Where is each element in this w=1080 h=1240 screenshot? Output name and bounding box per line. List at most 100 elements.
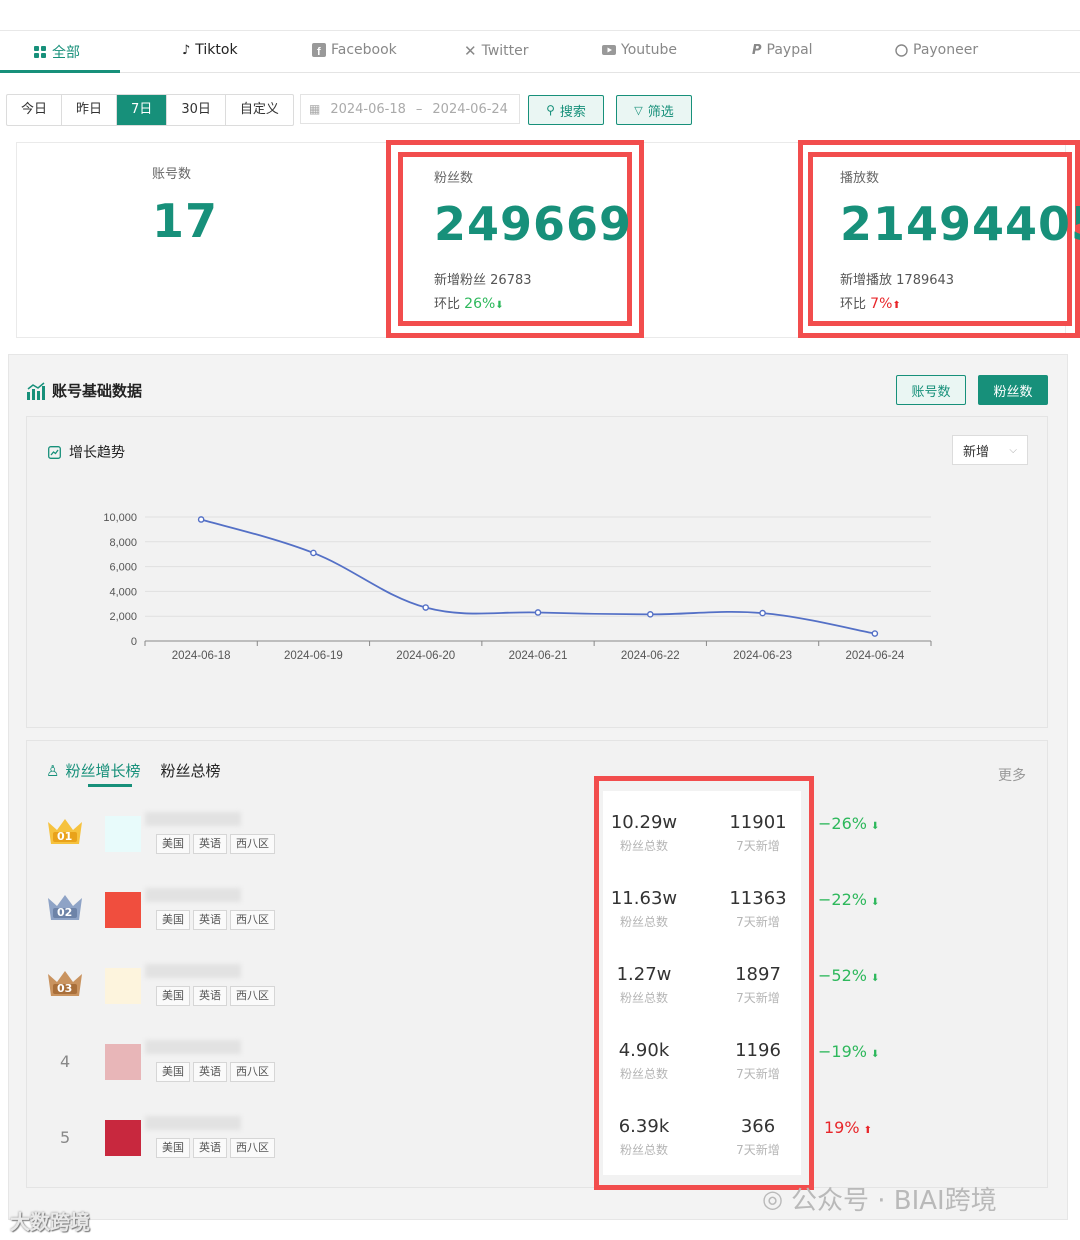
tab-tiktok[interactable]: ♪ Tiktok <box>182 42 238 58</box>
stat-card-fans: 粉丝数 249669 新增粉丝 26783 环比 26%⬇ <box>398 152 632 326</box>
new-fans-label: 新增粉丝 <box>434 273 487 288</box>
stat-accounts: 账号数 17 <box>152 163 218 248</box>
tab-fans-total[interactable]: 粉丝总榜 <box>160 760 220 781</box>
filter-button[interactable]: ▽ 筛选 <box>616 95 692 125</box>
new-fans-label: 7天新增 <box>736 915 780 929</box>
x-icon: ✕ <box>464 42 477 60</box>
x-tick-label: 2024-06-18 <box>172 650 231 662</box>
calendar-icon: ▦ <box>309 102 321 116</box>
account-name-redacted <box>145 812 241 826</box>
ratio-label: 环比 <box>840 297 867 312</box>
ratio-value: 7% <box>870 296 893 312</box>
ratio-value: 26% <box>464 296 496 312</box>
toggle-fans[interactable]: 粉丝数 <box>978 375 1048 405</box>
y-tick-label: 0 <box>131 636 137 648</box>
new-fans-value: 26783 <box>490 273 532 288</box>
fans-total-label: 粉丝总数 <box>619 991 668 1005</box>
arrow-up-icon: ⬆ <box>892 300 901 311</box>
data-point <box>759 609 766 617</box>
stat-label: 播放数 <box>840 171 880 186</box>
tab-all[interactable]: 全部 <box>34 42 80 62</box>
filter-label: 筛选 <box>647 104 674 120</box>
range-yesterday[interactable]: 昨日 <box>62 95 118 125</box>
new-plays: 新增播放 1789643 <box>840 269 954 288</box>
stat-card-plays: 播放数 21494405 新增播放 1789643 环比 7%⬆ <box>808 152 1080 326</box>
fans-total: 1.27w <box>616 964 672 985</box>
y-tick-label: 10,000 <box>103 512 137 524</box>
tag-timezone: 西八区 <box>230 834 275 854</box>
avatar[interactable] <box>105 1120 141 1156</box>
avatar[interactable] <box>105 1044 141 1080</box>
y-tick-label: 4,000 <box>109 586 137 598</box>
search-label: 搜索 <box>559 104 586 120</box>
account-tags: 美国 英语 西八区 <box>156 984 278 1006</box>
change-value: 19% <box>824 1118 860 1137</box>
tab-facebook[interactable]: f Facebook <box>312 42 397 58</box>
tab-twitter[interactable]: ✕ Twitter <box>464 42 529 60</box>
data-point <box>871 630 879 637</box>
tab-youtube[interactable]: Youtube <box>602 42 677 58</box>
tab-fans-growth[interactable]: 粉丝增长榜 <box>65 760 140 781</box>
tab-label: Youtube <box>621 42 677 58</box>
date-separator: – <box>415 101 423 117</box>
data-point <box>534 609 542 616</box>
date-range-picker[interactable]: ▦ 2024-06-18 – 2024-06-24 <box>300 94 520 124</box>
tag-language: 英语 <box>193 910 227 930</box>
section-header: 账号基础数据 <box>26 380 142 401</box>
wechat-icon: ◎ <box>762 1184 783 1213</box>
range-today[interactable]: 今日 <box>7 95 63 125</box>
y-tick-label: 2,000 <box>109 611 137 623</box>
new-fans-cell: 11363 7天新增 <box>720 888 796 930</box>
tab-payoneer[interactable]: Payoneer <box>895 42 978 58</box>
ranking-tabs: ♙ 粉丝增长榜 粉丝总榜 <box>46 760 220 781</box>
toggle-accounts[interactable]: 账号数 <box>896 375 966 405</box>
more-link[interactable]: 更多 <box>998 765 1026 785</box>
account-name-redacted <box>145 888 241 902</box>
date-range-selector: 今日 昨日 7日 30日 自定义 <box>6 94 294 126</box>
data-point <box>197 516 205 523</box>
fans-total-cell: 6.39k 粉丝总数 <box>606 1116 682 1158</box>
tab-paypal[interactable]: P Paypal <box>752 42 813 58</box>
fans-total-cell: 1.27w 粉丝总数 <box>606 964 682 1006</box>
avatar[interactable] <box>105 968 141 1004</box>
top-divider <box>0 30 1080 31</box>
account-tags: 美国 英语 西八区 <box>156 832 278 854</box>
tag-country: 美国 <box>156 986 190 1006</box>
range-7d[interactable]: 7日 <box>117 95 168 125</box>
data-point <box>422 604 430 611</box>
account-name-redacted <box>145 964 241 978</box>
new-fans: 新增粉丝 26783 <box>434 269 532 288</box>
tag-country: 美国 <box>156 1062 190 1082</box>
range-custom[interactable]: 自定义 <box>226 95 293 125</box>
bar-chart-icon <box>27 381 45 400</box>
fans-total-label: 粉丝总数 <box>619 1067 668 1081</box>
rank-number: 03 <box>57 982 73 995</box>
active-tab-indicator <box>0 70 120 73</box>
avatar[interactable] <box>105 892 141 928</box>
avatar[interactable] <box>105 816 141 852</box>
tab-label: Payoneer <box>913 42 979 58</box>
section-title: 账号基础数据 <box>52 382 143 400</box>
facebook-icon: f <box>312 43 326 57</box>
stat-value: 17 <box>152 194 219 248</box>
fans-ratio: 环比 26%⬇ <box>434 293 504 312</box>
search-button[interactable]: ⚲ 搜索 <box>528 95 604 125</box>
account-name-redacted <box>145 1040 241 1054</box>
stat-label: 粉丝数 <box>434 171 474 186</box>
fans-total-cell: 10.29w 粉丝总数 <box>606 812 682 854</box>
fans-total: 10.29w <box>610 812 678 833</box>
grid-icon <box>34 45 46 58</box>
tag-country: 美国 <box>156 1138 190 1158</box>
rank-number: 4 <box>60 1052 71 1071</box>
tag-language: 英语 <box>193 1062 227 1082</box>
new-plays-label: 新增播放 <box>840 273 893 288</box>
stat-value: 21494405 <box>840 197 1080 251</box>
range-30d[interactable]: 30日 <box>167 95 226 125</box>
change-cell: −22% ⬇ <box>818 890 879 909</box>
x-tick-label: 2024-06-23 <box>733 650 792 662</box>
crown-icon: 03 <box>46 968 84 998</box>
tag-language: 英语 <box>193 834 227 854</box>
change-cell: −26% ⬇ <box>818 814 879 833</box>
fans-total: 4.90k <box>618 1040 670 1061</box>
growth-line-chart: 10,000 8,000 6,000 4,000 2,000 0 2024-06-18 202… <box>103 512 932 662</box>
